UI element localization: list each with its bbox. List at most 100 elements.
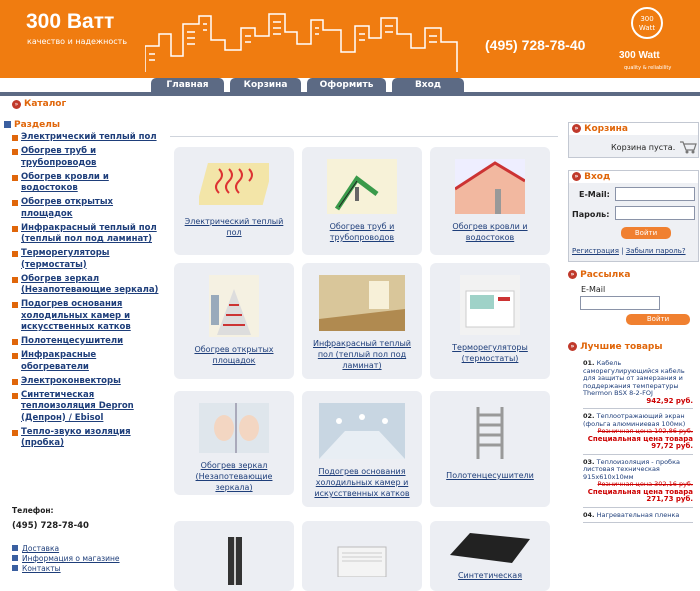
menu-item-label[interactable]: Полотенцесушители (21, 336, 162, 348)
product-name[interactable]: Нагревательная пленка (597, 511, 680, 519)
menu-item-label[interactable]: Электрический теплый пол (21, 132, 162, 144)
square-bullet-icon (12, 149, 18, 155)
menu-item[interactable]: Инфракрасный теплый пол (теплый пол под … (12, 223, 162, 246)
category-card[interactable]: Обогрев кровли и водостоков (430, 147, 550, 255)
forgot-password-link[interactable]: Забыли пароль? (626, 247, 686, 255)
product-item[interactable]: 04. Нагревательная пленка (583, 511, 693, 523)
link-about[interactable]: Информация о магазине (12, 554, 120, 564)
tab-checkout[interactable]: Оформить (307, 78, 386, 92)
category-card[interactable]: Обогрев зеркал (Незапотевающие зеркала) (174, 391, 294, 495)
menu-item[interactable]: Полотенцесушители (12, 336, 162, 348)
card-label[interactable]: Полотенцесушители (430, 470, 550, 481)
menu-item[interactable]: Электрический теплый пол (12, 132, 162, 144)
product-item[interactable]: 03. Теплоизоляция - пробка листовая техн… (583, 458, 693, 508)
arrow-bullet-icon: » (12, 99, 21, 109)
category-card[interactable]: Синтетическая (430, 521, 550, 591)
link-delivery[interactable]: Доставка (12, 544, 120, 554)
card-label[interactable]: Подогрев основания холодильных камер и и… (302, 466, 422, 499)
menu-item[interactable]: Синтетическая теплоизоляция Depron (Депр… (12, 390, 162, 425)
menu-item-label[interactable]: Обогрев открытых площадок (21, 197, 162, 220)
link-label[interactable]: Информация о магазине (22, 554, 120, 563)
category-card[interactable]: Терморегуляторы (термостаты) (430, 263, 550, 379)
brand-name: 300 Watt (619, 50, 660, 61)
menu-item[interactable]: Электроконвекторы (12, 376, 162, 388)
site-header: 300 Ватт качество и надежность (495) 728… (0, 0, 700, 78)
menu-item-label[interactable]: Тепло-звуко изоляция (пробка) (21, 427, 162, 450)
menu-item-label[interactable]: Терморегуляторы (термостаты) (21, 248, 162, 271)
menu-item-label[interactable]: Инфракрасные обогреватели (21, 350, 162, 373)
newsletter-button[interactable]: Войти (626, 314, 690, 325)
link-label[interactable]: Контакты (22, 564, 61, 573)
menu-item[interactable]: Терморегуляторы (термостаты) (12, 248, 162, 271)
ice-rink-icon (319, 403, 405, 459)
roof-heating-icon (454, 159, 526, 214)
product-item[interactable]: 02. Теплоотражающий экран (фольга алюмин… (583, 412, 693, 455)
menu-item[interactable]: Обогрев открытых площадок (12, 197, 162, 220)
tab-login[interactable]: Вход (392, 78, 464, 92)
card-label[interactable]: Электрический теплый пол (174, 216, 294, 238)
sections-heading: Разделы (0, 118, 160, 132)
product-name[interactable]: Теплоизоляция - пробка листовая техничес… (583, 458, 680, 481)
badge-text: 300 Watt (638, 15, 656, 32)
card-label[interactable]: Обогрев кровли и водостоков (430, 221, 550, 243)
product-name[interactable]: Кабель саморегулирующийся кабель для защ… (583, 359, 685, 397)
email-field[interactable] (615, 187, 695, 201)
password-field[interactable] (615, 206, 695, 220)
card-label[interactable]: Обогрев открытых площадок (174, 344, 294, 366)
logo-text[interactable]: 300 Ватт (26, 10, 114, 34)
category-card[interactable]: Электрический теплый пол (174, 147, 294, 255)
category-card[interactable]: Подогрев основания холодильных камер и и… (302, 391, 422, 507)
menu-item-label[interactable]: Синтетическая теплоизоляция Depron (Депр… (21, 390, 162, 425)
card-label[interactable]: Синтетическая (430, 570, 550, 581)
menu-item-label[interactable]: Обогрев зеркал (Незапотевающие зеркала) (21, 274, 162, 297)
category-card[interactable]: Обогрев открытых площадок (174, 263, 294, 379)
menu-item[interactable]: Инфракрасные обогреватели (12, 350, 162, 373)
card-label[interactable]: Обогрев труб и трубопроводов (302, 221, 422, 243)
category-card[interactable]: Полотенцесушители (430, 391, 550, 507)
square-bullet-icon (12, 174, 18, 181)
thermostat-icon (460, 275, 520, 335)
login-header: » Вход (569, 171, 698, 183)
menu-item-label[interactable]: Подогрев основания холодильных камер и и… (21, 299, 162, 334)
category-card[interactable]: Обогрев труб и трубопроводов (302, 147, 422, 255)
product-item[interactable]: 01. Кабель саморегулирующийся кабель для… (583, 359, 693, 409)
best-title: Лучшие товары (580, 342, 663, 352)
square-bullet-icon (12, 429, 18, 436)
category-card[interactable]: Инфракрасный теплый пол (теплый пол под … (302, 263, 422, 379)
phone-label: Телефон: (12, 506, 54, 515)
menu-item[interactable]: Подогрев основания холодильных камер и и… (12, 299, 162, 334)
menu-item-label[interactable]: Обогрев труб и трубопроводов (21, 146, 162, 169)
menu-item[interactable]: Обогрев кровли и водостоков (12, 172, 162, 195)
square-bullet-icon (12, 276, 18, 283)
card-label[interactable]: Обогрев зеркал (Незапотевающие зеркала) (174, 460, 294, 493)
tab-cart[interactable]: Корзина (230, 78, 301, 92)
square-bullet-icon (12, 555, 18, 561)
cart-icon (680, 141, 697, 154)
category-card[interactable] (174, 521, 294, 591)
menu-item-label[interactable]: Инфракрасный теплый пол (теплый пол под … (21, 223, 162, 246)
square-bullet-icon (12, 302, 18, 308)
link-label[interactable]: Доставка (22, 544, 59, 553)
arrow-bullet-icon: » (568, 270, 577, 279)
register-link[interactable]: Регистрация (572, 247, 619, 255)
product-name[interactable]: Теплоотражающий экран (фольга алюминиева… (583, 412, 685, 428)
arrow-bullet-icon: » (568, 342, 577, 351)
menu-item[interactable]: Тепло-звуко изоляция (пробка) (12, 427, 162, 450)
newsletter-email-field[interactable] (580, 296, 660, 310)
login-button[interactable]: Войти (621, 227, 671, 239)
menu-item-label[interactable]: Электроконвекторы (21, 376, 162, 388)
arrow-bullet-icon: » (572, 124, 581, 133)
link-contacts[interactable]: Контакты (12, 564, 120, 574)
menu-item[interactable]: Обогрев зеркал (Незапотевающие зеркала) (12, 274, 162, 297)
tab-home[interactable]: Главная (151, 78, 224, 92)
category-grid: Электрический теплый пол Обогрев труб и … (170, 136, 558, 591)
card-label[interactable]: Терморегуляторы (термостаты) (430, 342, 550, 364)
card-label[interactable]: Инфракрасный теплый пол (теплый пол под … (302, 338, 422, 371)
arrow-bullet-icon: » (572, 172, 581, 181)
square-bullet-icon (12, 378, 18, 385)
login-title: Вход (584, 172, 611, 182)
menu-item[interactable]: Обогрев труб и трубопроводов (12, 146, 162, 169)
category-card[interactable] (302, 521, 422, 591)
square-bullet-icon (12, 353, 18, 359)
menu-item-label[interactable]: Обогрев кровли и водостоков (21, 172, 162, 195)
